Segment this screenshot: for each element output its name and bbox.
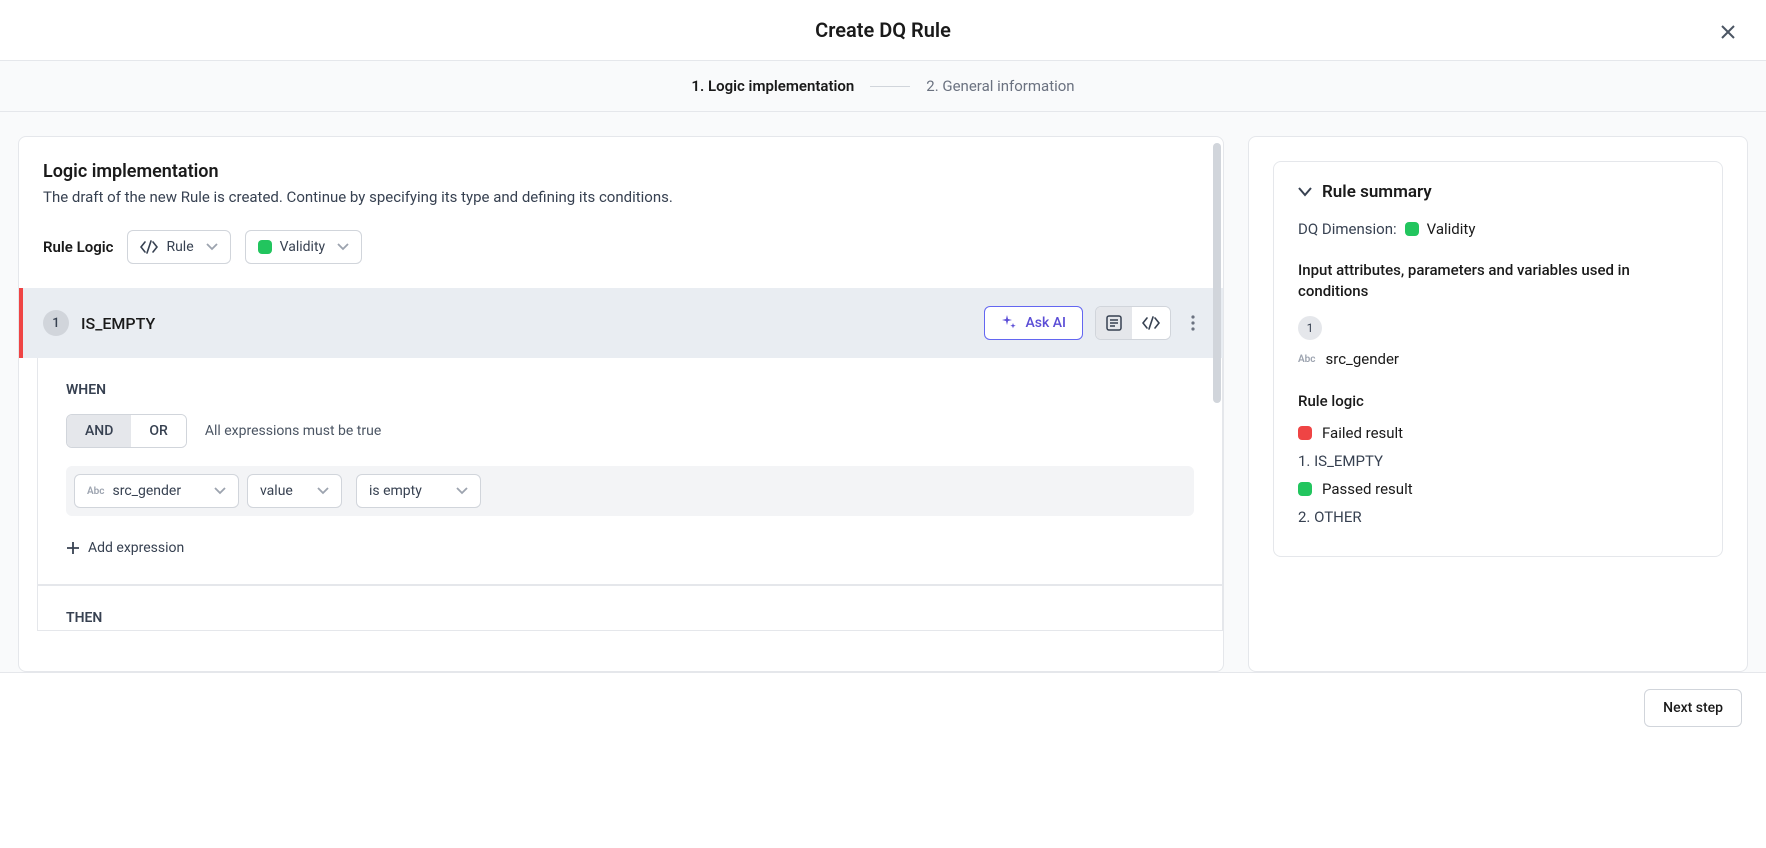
more-options-button[interactable] — [1183, 307, 1203, 339]
and-or-hint: All expressions must be true — [205, 423, 381, 439]
chevron-down-icon — [456, 487, 468, 495]
and-or-row: AND OR All expressions must be true — [66, 414, 1194, 448]
and-or-toggle: AND OR — [66, 414, 187, 448]
chevron-down-icon — [337, 243, 349, 251]
rule-logic-row: Rule Logic Rule Validity — [43, 230, 1199, 264]
rule-name: IS_EMPTY — [81, 314, 972, 333]
add-expression-label: Add expression — [88, 540, 184, 556]
failed-result-row: Failed result — [1298, 424, 1698, 442]
modal-header: Create DQ Rule — [0, 0, 1766, 61]
dimension-label: DQ Dimension: — [1298, 220, 1397, 238]
side-panel: Rule summary DQ Dimension: Validity Inpu… — [1248, 136, 1748, 672]
rule-number-badge: 1 — [43, 310, 69, 336]
failed-badge-icon — [1298, 426, 1312, 440]
validity-badge-icon — [1405, 222, 1419, 236]
close-icon — [1720, 24, 1736, 40]
sparkle-icon — [1001, 315, 1017, 331]
dimension-value: Validity — [1427, 220, 1476, 238]
then-section: THEN — [37, 585, 1223, 631]
step-divider — [870, 86, 910, 87]
logic-item-1: 1. IS_EMPTY — [1298, 452, 1698, 470]
passed-badge-icon — [1298, 482, 1312, 496]
code-icon — [1142, 316, 1160, 330]
validity-value: Validity — [280, 239, 326, 255]
abc-type-icon: Abc — [87, 486, 105, 497]
and-button[interactable]: AND — [67, 415, 131, 447]
next-step-button[interactable]: Next step — [1644, 689, 1742, 727]
ask-ai-button[interactable]: Ask AI — [984, 306, 1083, 340]
add-expression-button[interactable]: Add expression — [66, 536, 184, 560]
rule-body: WHEN AND OR All expressions must be true… — [37, 358, 1223, 585]
summary-header[interactable]: Rule summary — [1298, 182, 1698, 202]
section-description: The draft of the new Rule is created. Co… — [43, 188, 1199, 206]
dimension-row: DQ Dimension: Validity — [1298, 220, 1698, 238]
value-type-select[interactable]: value — [247, 474, 342, 508]
close-button[interactable] — [1714, 18, 1742, 46]
form-icon — [1106, 315, 1122, 331]
attribute-count-badge: 1 — [1298, 316, 1322, 340]
rule-block-header: 1 IS_EMPTY Ask AI — [23, 288, 1223, 358]
code-view-button[interactable] — [1132, 307, 1170, 339]
footer: Next step — [0, 672, 1766, 743]
abc-type-icon: Abc — [1298, 354, 1316, 365]
rule-logic-heading: Rule logic — [1298, 392, 1698, 410]
rule-block: 1 IS_EMPTY Ask AI — [19, 288, 1223, 358]
passed-label: Passed result — [1322, 480, 1413, 498]
input-attributes-heading: Input attributes, parameters and variabl… — [1298, 260, 1698, 302]
form-view-button[interactable] — [1096, 307, 1132, 339]
chevron-down-icon — [1298, 187, 1312, 197]
wizard-steps: 1. Logic implementation 2. General infor… — [0, 61, 1766, 112]
or-button[interactable]: OR — [131, 415, 185, 447]
rule-type-value: Rule — [166, 239, 193, 255]
chevron-down-icon — [214, 487, 226, 495]
rule-type-dropdown[interactable]: Rule — [127, 230, 230, 264]
condition-select[interactable]: is empty — [356, 474, 481, 508]
more-vertical-icon — [1191, 315, 1195, 331]
attribute-value: src_gender — [113, 483, 182, 499]
attribute-name: src_gender — [1326, 350, 1399, 368]
code-icon — [140, 240, 158, 254]
attribute-select[interactable]: Abc src_gender — [74, 474, 239, 508]
main-panel: Logic implementation The draft of the ne… — [18, 136, 1224, 672]
expression-row: Abc src_gender value is empty — [66, 466, 1194, 516]
view-toggle — [1095, 306, 1171, 340]
rule-logic-label: Rule Logic — [43, 238, 113, 256]
step-logic-implementation[interactable]: 1. Logic implementation — [691, 77, 854, 95]
then-label: THEN — [66, 610, 1194, 626]
attribute-item: Abc src_gender — [1298, 350, 1698, 368]
validity-dropdown[interactable]: Validity — [245, 230, 363, 264]
value-type-value: value — [260, 483, 293, 499]
logic-item-2: 2. OTHER — [1298, 508, 1698, 526]
summary-title: Rule summary — [1322, 182, 1432, 202]
chevron-down-icon — [317, 487, 329, 495]
condition-value: is empty — [369, 483, 422, 499]
passed-result-row: Passed result — [1298, 480, 1698, 498]
scrollbar[interactable] — [1213, 143, 1221, 403]
content-area: Logic implementation The draft of the ne… — [0, 112, 1766, 672]
plus-icon — [66, 541, 80, 555]
page-title: Create DQ Rule — [815, 18, 951, 42]
when-label: WHEN — [66, 382, 1194, 398]
rule-summary-card: Rule summary DQ Dimension: Validity Inpu… — [1273, 161, 1723, 557]
ask-ai-label: Ask AI — [1025, 315, 1066, 331]
validity-badge-icon — [258, 240, 272, 254]
section-title: Logic implementation — [43, 161, 1199, 182]
failed-label: Failed result — [1322, 424, 1403, 442]
step-general-information[interactable]: 2. General information — [926, 77, 1074, 95]
chevron-down-icon — [206, 243, 218, 251]
